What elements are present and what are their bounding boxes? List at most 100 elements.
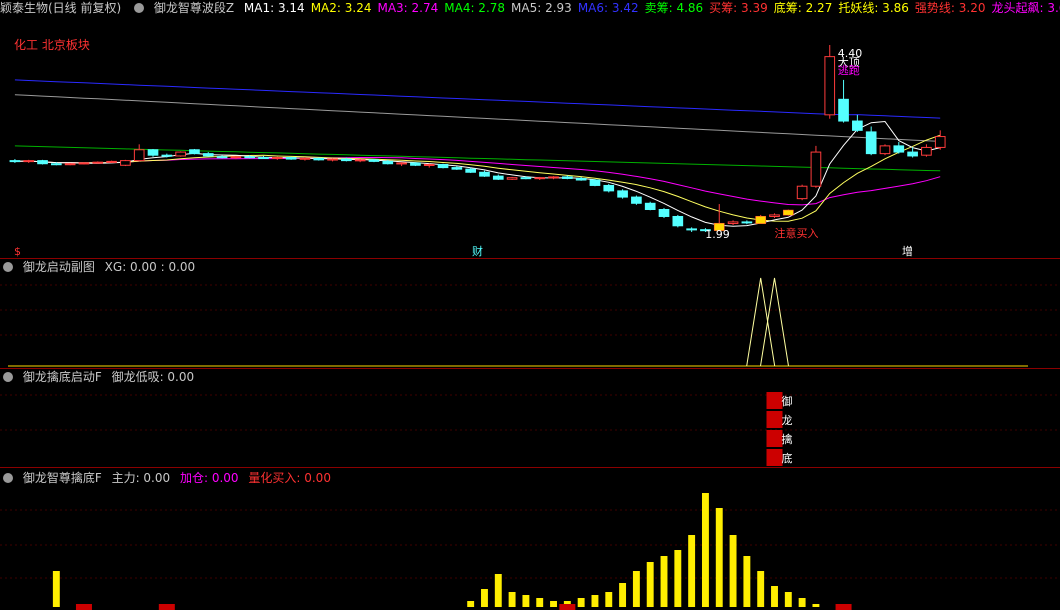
candle-body <box>603 184 615 192</box>
candle-body <box>9 160 21 163</box>
pane4-marker <box>559 604 576 610</box>
volume-bar <box>605 592 613 607</box>
candle-body <box>299 157 311 160</box>
candle-body <box>893 145 905 153</box>
marker-3: 增 <box>902 244 913 258</box>
candle-body <box>147 149 159 156</box>
volume-bar <box>715 508 723 607</box>
candle-body <box>354 159 366 162</box>
signal-char: 御 <box>782 394 793 408</box>
signal-char: 龙 <box>782 414 793 427</box>
candle-body <box>838 98 849 122</box>
volume-bar <box>784 592 792 607</box>
chart-canvas[interactable]: 4.40大顶逃跑1.99 注意买入$ 财增御龙擒底 <box>0 0 1060 610</box>
candle-body <box>686 228 697 231</box>
candle-body <box>672 215 684 227</box>
candle-body <box>921 146 932 156</box>
signal-box <box>766 411 783 428</box>
marker-2: 财 <box>472 244 483 258</box>
volume-bar <box>577 598 585 607</box>
xg-spike <box>746 277 776 367</box>
pane4-marker <box>75 604 92 610</box>
volume-bar <box>798 598 806 607</box>
candle-body <box>106 160 117 163</box>
candle-body <box>865 131 877 155</box>
candle-body <box>451 167 463 170</box>
candle-body <box>258 157 269 160</box>
candle-body <box>313 157 325 161</box>
candle-body <box>810 151 822 187</box>
signal-box <box>766 430 783 447</box>
candle-body <box>92 161 104 164</box>
candle-body <box>644 202 656 210</box>
volume-bar <box>757 571 765 607</box>
signal-candle <box>783 210 794 215</box>
pane4-marker <box>835 604 852 610</box>
candle-body <box>548 176 559 179</box>
volume-bar <box>771 586 778 607</box>
volume-bar <box>508 592 516 607</box>
candle-body <box>202 153 214 157</box>
pane4-marker <box>158 604 175 610</box>
ma2-line <box>14 134 941 222</box>
candle-body <box>437 163 449 169</box>
signal-box <box>766 392 783 409</box>
candle-body <box>327 158 338 161</box>
candle-body <box>562 176 573 179</box>
volume-bar <box>522 595 530 607</box>
candle-body <box>175 151 186 157</box>
candle-body <box>589 179 601 186</box>
candle-body <box>271 157 283 160</box>
candle-body <box>727 221 739 224</box>
signal-char: 底 <box>782 451 793 465</box>
volume-bar <box>550 601 557 607</box>
ma5-line <box>14 94 941 142</box>
xg-spike <box>760 277 789 367</box>
candle-body <box>396 162 407 165</box>
candle-body <box>423 163 435 166</box>
candle-body <box>479 171 490 177</box>
candle-body <box>285 157 297 160</box>
candle-body <box>631 196 642 204</box>
volume-bar <box>743 556 751 607</box>
candle-body <box>465 168 476 173</box>
candle-body <box>341 158 352 162</box>
candle-body <box>37 160 48 165</box>
candle-body <box>64 163 76 166</box>
candle-body <box>51 163 62 166</box>
candle-body <box>244 156 256 159</box>
candle-body <box>410 162 421 166</box>
signal-candle <box>755 216 766 224</box>
candle-body <box>506 177 518 180</box>
candle-body <box>658 208 670 217</box>
volume-bar <box>591 595 599 607</box>
candle-body <box>769 214 780 217</box>
low-price-label: 1.99 <box>705 228 730 241</box>
candle-body <box>575 177 587 181</box>
volume-bar <box>494 574 502 607</box>
volume-bar <box>646 562 654 607</box>
candle-body <box>382 160 394 165</box>
candle-body <box>230 156 242 159</box>
buy-label: 注意买入 <box>775 226 819 240</box>
volume-bar <box>52 571 60 607</box>
volume-bar <box>632 571 640 607</box>
candle-body <box>796 185 808 200</box>
ma6-line <box>14 79 941 119</box>
candle-body <box>852 120 863 131</box>
candle-body <box>741 221 753 224</box>
candle-body <box>534 177 546 180</box>
candle-body <box>934 136 946 148</box>
candle-body <box>78 162 90 165</box>
marker-1: $ <box>14 245 21 258</box>
candle-body <box>189 149 200 155</box>
volume-bar <box>701 493 709 607</box>
volume-bar <box>688 535 696 607</box>
candle-body <box>368 159 380 162</box>
candle-body <box>879 145 891 155</box>
candle-body <box>161 154 173 157</box>
ma1-line <box>14 120 941 227</box>
volume-bar <box>619 583 627 607</box>
volume-bar <box>674 550 682 607</box>
candle-body <box>617 190 628 198</box>
